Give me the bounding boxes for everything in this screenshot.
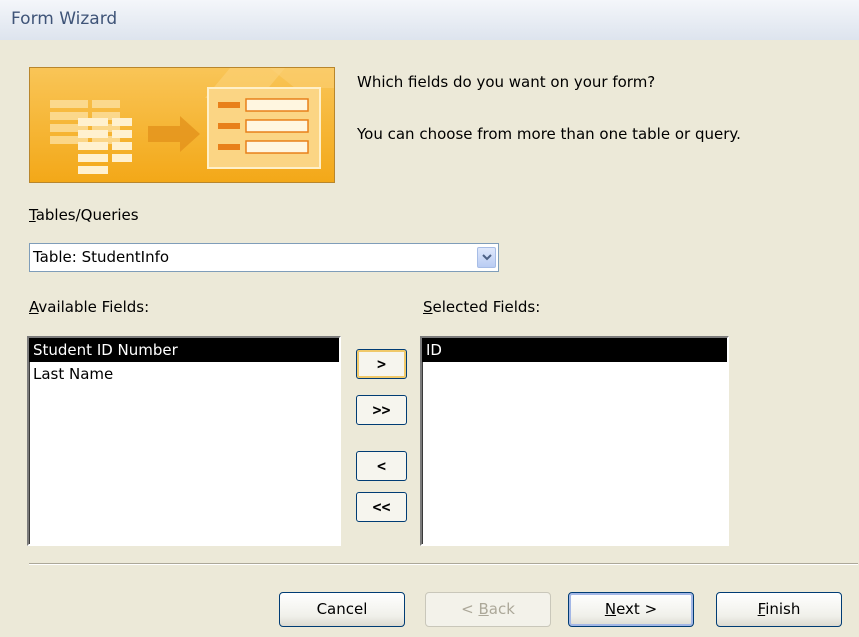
available-fields-label: Available Fields: — [29, 298, 150, 316]
title-bar: Form Wizard — [0, 0, 859, 40]
next-button[interactable]: Next > — [568, 592, 694, 627]
list-item[interactable]: Student ID Number — [29, 338, 339, 362]
tables-queries-label: Tables/Queries — [29, 206, 139, 224]
selected-fields-label: Selected Fields: — [423, 298, 541, 316]
prompt-question: Which fields do you want on your form? — [357, 73, 656, 91]
form-wizard-illustration — [29, 67, 335, 183]
prompt-hint: You can choose from more than one table … — [357, 125, 741, 143]
remove-all-fields-button[interactable]: << — [356, 492, 407, 522]
available-fields-list[interactable]: Student ID Number Last Name — [27, 336, 341, 546]
window-title: Form Wizard — [11, 9, 118, 29]
selected-fields-list[interactable]: ID — [420, 336, 729, 546]
footer-divider — [29, 563, 858, 565]
cancel-button[interactable]: Cancel — [279, 592, 405, 627]
tables-queries-value: Table: StudentInfo — [33, 248, 170, 266]
remove-field-button[interactable]: < — [356, 451, 407, 481]
dropdown-arrow-button[interactable] — [477, 247, 496, 268]
add-all-fields-button[interactable]: >> — [356, 395, 407, 425]
back-button[interactable]: < Back — [425, 592, 551, 627]
list-item[interactable]: Last Name — [29, 362, 339, 386]
chevron-down-icon — [481, 254, 492, 261]
tables-queries-dropdown[interactable]: Table: StudentInfo — [29, 243, 499, 272]
list-item[interactable]: ID — [422, 338, 727, 362]
add-field-button[interactable]: > — [356, 349, 407, 379]
finish-button[interactable]: Finish — [716, 592, 842, 627]
